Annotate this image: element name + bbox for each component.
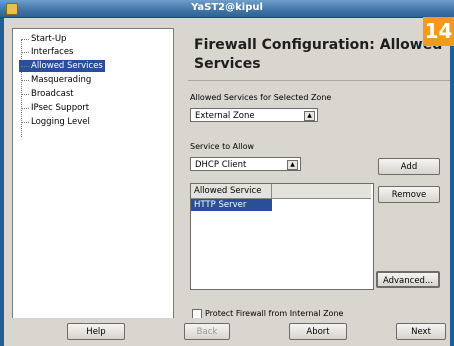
window-titlebar[interactable]: YaST2@kipul (0, 0, 454, 18)
page-number-badge: 14 (423, 17, 454, 46)
sidebar-item-start-up[interactable]: Start-Up (19, 33, 68, 45)
allowed-services-table: Allowed Service HTTP Server (190, 183, 374, 290)
sidebar-item-interfaces[interactable]: Interfaces (19, 46, 75, 58)
protect-firewall-label[interactable]: Protect Firewall from Internal Zone (205, 309, 343, 318)
chevron-updown-icon: ▲ (287, 160, 298, 170)
zone-label: Allowed Services for Selected Zone (190, 93, 332, 102)
chevron-updown-icon: ▲ (304, 111, 315, 121)
column-header-allowed-service[interactable]: Allowed Service (191, 184, 272, 198)
table-row[interactable]: HTTP Server (191, 199, 272, 211)
sidebar-tree: Start-Up Interfaces Allowed Services Mas… (12, 28, 174, 319)
page-title: Firewall Configuration: Allowed Services (194, 37, 443, 72)
service-label: Service to Allow (190, 142, 255, 151)
zone-select-value: External Zone (195, 111, 255, 121)
service-select[interactable]: DHCP Client ▲ (190, 157, 301, 171)
sidebar-item-masquerading[interactable]: Masquerading (19, 74, 93, 86)
heading-divider (188, 80, 450, 81)
sidebar-item-logging-level[interactable]: Logging Level (19, 116, 92, 128)
help-button[interactable]: Help (67, 323, 125, 340)
sidebar-item-ipsec-support[interactable]: IPsec Support (19, 102, 91, 114)
zone-select[interactable]: External Zone ▲ (190, 108, 318, 122)
back-button: Back (184, 323, 230, 340)
remove-button[interactable]: Remove (378, 186, 440, 203)
bottom-button-bar: Help Back Abort Next (4, 318, 450, 346)
sidebar-item-allowed-services[interactable]: Allowed Services (19, 60, 105, 72)
next-button[interactable]: Next (396, 323, 446, 340)
abort-button[interactable]: Abort (289, 323, 347, 340)
window-title: YaST2@kipul (191, 2, 263, 13)
service-select-value: DHCP Client (195, 160, 247, 170)
sidebar-item-broadcast[interactable]: Broadcast (19, 88, 76, 100)
add-button[interactable]: Add (378, 158, 440, 175)
advanced-button[interactable]: Advanced... (376, 271, 440, 288)
main-panel: Firewall Configuration: Allowed Services… (180, 28, 450, 319)
table-header: Allowed Service (191, 184, 371, 199)
